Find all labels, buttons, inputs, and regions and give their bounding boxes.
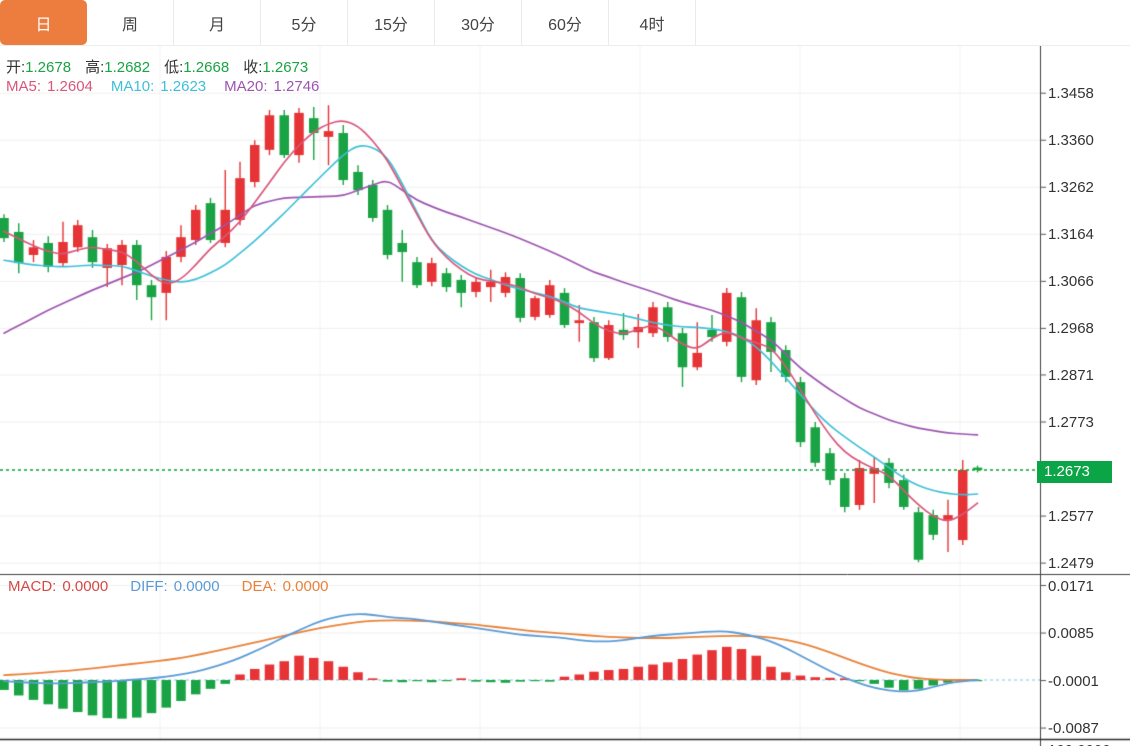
price-axis-label: 1.3066 <box>1048 273 1094 290</box>
ma-legend: MA5: 1.2604 MA10: 1.2623 MA20: 1.2746 <box>6 78 325 95</box>
ma20-label: MA20: <box>224 78 267 95</box>
tab-day[interactable]: 日 <box>0 0 87 45</box>
dea-value: 0.0000 <box>283 578 329 595</box>
diff-value: 0.0000 <box>174 578 220 595</box>
price-axis-label: 1.2871 <box>1048 367 1094 384</box>
partial-axis-label: 100.0000 <box>1048 742 1111 746</box>
high-value: 1.2682 <box>104 59 150 76</box>
price-axis-label: 1.2479 <box>1048 555 1094 572</box>
tab-week[interactable]: 周 <box>87 0 174 45</box>
macd-axis-label: 0.0171 <box>1048 578 1094 595</box>
price-axis-label: 1.3164 <box>1048 226 1094 243</box>
open-value: 1.2678 <box>25 59 71 76</box>
ma10-label: MA10: <box>111 78 154 95</box>
low-value: 1.2668 <box>183 59 229 76</box>
macd-axis-label: -0.0001 <box>1048 673 1099 690</box>
trading-chart-window: { "tabs": { "items": [ {"label": "日", "s… <box>0 0 1130 746</box>
macd-value: 0.0000 <box>62 578 108 595</box>
high-label: 高: <box>85 59 104 76</box>
ma5-label: MA5: <box>6 78 41 95</box>
diff-label: DIFF: <box>130 578 168 595</box>
ohlc-legend: 开:1.2678 高:1.2682 低:1.2668 收:1.2673 <box>6 56 322 77</box>
ma5-value: 1.2604 <box>47 78 93 95</box>
low-label: 低: <box>164 59 183 76</box>
price-axis-label: 1.2968 <box>1048 320 1094 337</box>
close-value: 1.2673 <box>262 59 308 76</box>
period-tabbar: 日 周 月 5分 15分 30分 60分 4时 <box>0 0 1130 46</box>
macd-axis-label: 0.0085 <box>1048 625 1094 642</box>
kline-macd-chart[interactable] <box>0 0 1130 746</box>
close-label: 收: <box>243 59 262 76</box>
dea-label: DEA: <box>242 578 277 595</box>
price-axis-label: 1.3360 <box>1048 132 1094 149</box>
tab-5min[interactable]: 5分 <box>261 0 348 45</box>
macd-label: MACD: <box>8 578 56 595</box>
tab-month[interactable]: 月 <box>174 0 261 45</box>
price-axis-label: 1.3262 <box>1048 179 1094 196</box>
price-axis-label: 1.3458 <box>1048 85 1094 102</box>
tab-4hour[interactable]: 4时 <box>609 0 696 45</box>
tab-60min[interactable]: 60分 <box>522 0 609 45</box>
tab-15min[interactable]: 15分 <box>348 0 435 45</box>
current-price-tag: 1.2673 <box>1037 461 1112 483</box>
ma10-value: 1.2623 <box>160 78 206 95</box>
ma20-value: 1.2746 <box>274 78 320 95</box>
tab-30min[interactable]: 30分 <box>435 0 522 45</box>
macd-legend: MACD: 0.0000 DIFF: 0.0000 DEA: 0.0000 <box>8 578 335 595</box>
open-label: 开: <box>6 59 25 76</box>
price-axis-label: 1.2773 <box>1048 414 1094 431</box>
macd-axis-label: -0.0087 <box>1048 720 1099 737</box>
price-axis-label: 1.2577 <box>1048 508 1094 525</box>
